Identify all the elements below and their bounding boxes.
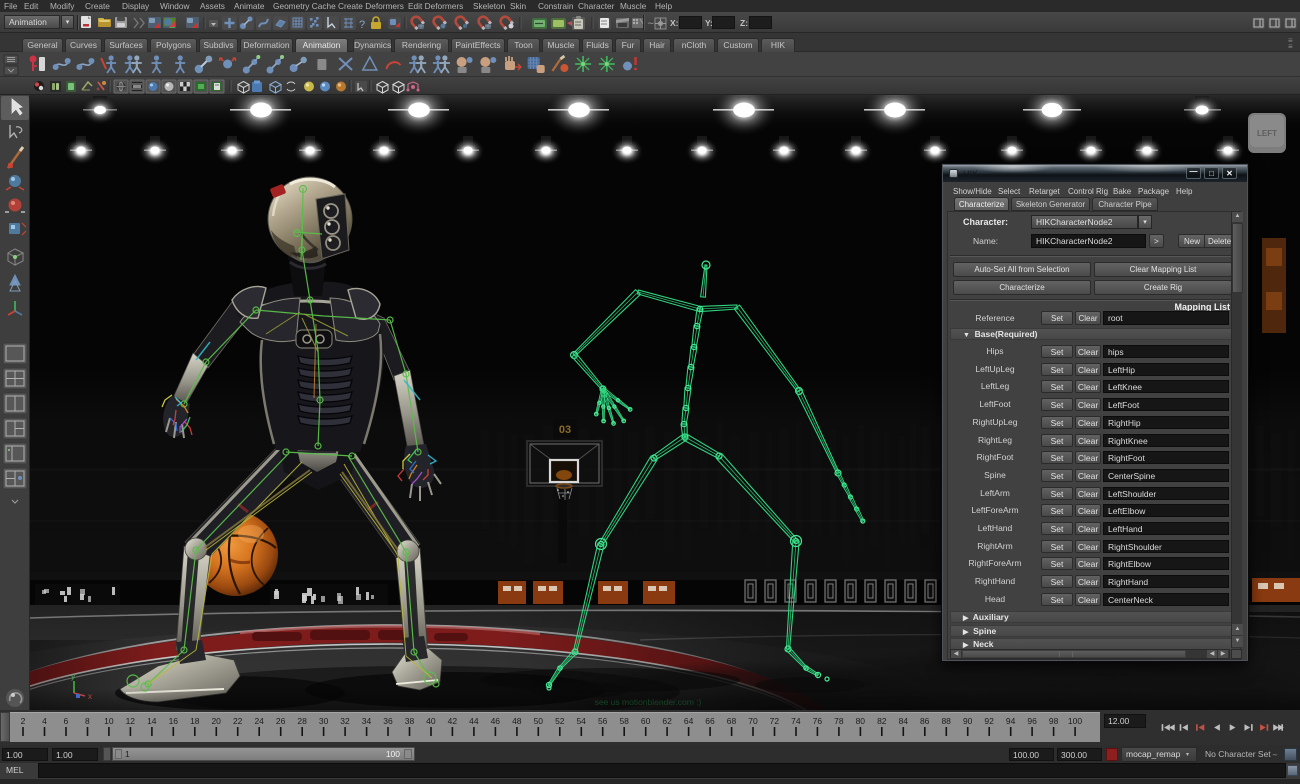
svg-text:40: 40 [426, 716, 436, 726]
svg-text:92: 92 [984, 716, 994, 726]
svg-text:98: 98 [1049, 716, 1059, 726]
svg-text:8: 8 [85, 716, 90, 726]
svg-text:54: 54 [576, 716, 586, 726]
svg-text:68: 68 [727, 716, 737, 726]
svg-text:74: 74 [791, 716, 801, 726]
svg-text:4: 4 [42, 716, 47, 726]
svg-text:12: 12 [126, 716, 136, 726]
svg-text:LEFT: LEFT [1257, 129, 1277, 138]
svg-text:32: 32 [340, 716, 350, 726]
svg-text:22: 22 [233, 716, 243, 726]
svg-text:18: 18 [190, 716, 200, 726]
svg-text:28: 28 [297, 716, 307, 726]
svg-text:86: 86 [920, 716, 930, 726]
svg-text:64: 64 [684, 716, 694, 726]
svg-text:48: 48 [512, 716, 522, 726]
svg-text:66: 66 [705, 716, 715, 726]
svg-text:34: 34 [362, 716, 372, 726]
svg-text:42: 42 [448, 716, 458, 726]
svg-text:84: 84 [899, 716, 909, 726]
svg-text:62: 62 [662, 716, 672, 726]
svg-text:?: ? [359, 19, 365, 31]
svg-text:50: 50 [534, 716, 544, 726]
svg-text:96: 96 [1027, 716, 1037, 726]
svg-text:36: 36 [383, 716, 393, 726]
svg-text:26: 26 [276, 716, 286, 726]
svg-text:see us motionblender.com :): see us motionblender.com :) [595, 697, 702, 707]
svg-text:78: 78 [834, 716, 844, 726]
svg-text:20: 20 [211, 716, 221, 726]
svg-text:72: 72 [770, 716, 780, 726]
svg-text:58: 58 [619, 716, 629, 726]
svg-text:94: 94 [1006, 716, 1016, 726]
svg-text:∼: ∼ [647, 18, 655, 28]
svg-text:y: y [71, 672, 75, 681]
svg-text:14: 14 [147, 716, 157, 726]
svg-text:70: 70 [748, 716, 758, 726]
svg-text:90: 90 [963, 716, 973, 726]
svg-text:56: 56 [598, 716, 608, 726]
svg-text:16: 16 [169, 716, 179, 726]
svg-text:46: 46 [491, 716, 501, 726]
svg-text:80: 80 [856, 716, 866, 726]
svg-text:60: 60 [641, 716, 651, 726]
svg-text:2: 2 [21, 716, 26, 726]
svg-text:76: 76 [813, 716, 823, 726]
svg-text:30: 30 [319, 716, 329, 726]
svg-text:10: 10 [104, 716, 114, 726]
svg-text:100: 100 [1068, 716, 1082, 726]
svg-text:24: 24 [254, 716, 264, 726]
svg-text:44: 44 [469, 716, 479, 726]
svg-text:82: 82 [877, 716, 887, 726]
svg-text:38: 38 [405, 716, 415, 726]
svg-text:52: 52 [555, 716, 565, 726]
svg-text:6: 6 [64, 716, 69, 726]
svg-text:88: 88 [941, 716, 951, 726]
svg-text:03: 03 [559, 424, 571, 436]
svg-text:x: x [88, 692, 92, 701]
